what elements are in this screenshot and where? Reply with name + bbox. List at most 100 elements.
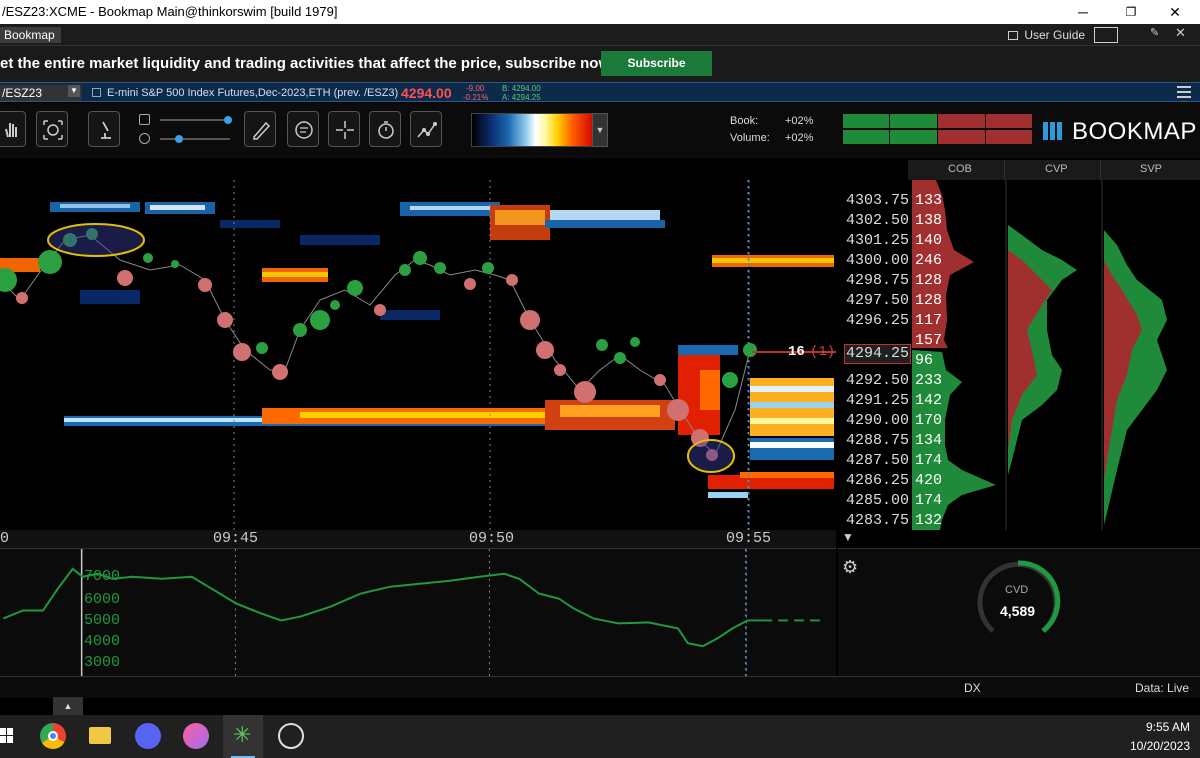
app-tab-label: Bookmap [4, 28, 55, 42]
zoom-fit-button[interactable] [36, 111, 68, 147]
contrast-icon [139, 133, 150, 144]
bid-price: B: 4294.00 [502, 84, 541, 93]
panel-close-icon[interactable]: ✕ [1175, 25, 1186, 41]
indicator-tool-button[interactable] [88, 111, 120, 147]
cvd-value: 4,589 [1000, 603, 1036, 619]
hand-tool-button[interactable] [0, 111, 26, 147]
window-title-bar: /ESZ23:XCME - Bookmap Main@thinkorswim [… [0, 0, 1200, 24]
chat-icon [295, 121, 313, 139]
chevron-down-icon[interactable]: ▼ [842, 530, 854, 544]
price-label: 4292.50 [846, 372, 910, 389]
size-label: 170 [915, 412, 943, 429]
chrome-icon[interactable] [40, 723, 66, 749]
timer-tool-button[interactable] [369, 111, 401, 147]
highlight-ellipse-bottom [687, 439, 735, 473]
clock-time: 9:55 AM [1145, 720, 1190, 734]
restore-button[interactable]: ❐ [1108, 0, 1154, 24]
contrast-slider[interactable] [160, 135, 230, 143]
discord-icon[interactable] [135, 723, 161, 749]
clock-date: 10/20/2023 [1129, 739, 1190, 753]
menu-icon[interactable] [1177, 86, 1191, 98]
book-icon [1008, 31, 1018, 40]
chevron-down-icon[interactable]: ▼ [68, 85, 80, 97]
crosshair-target-icon [43, 120, 63, 140]
trade-count-marker: (1) [810, 344, 836, 360]
layout-box-button[interactable] [1094, 27, 1118, 43]
pin-icon[interactable]: ✎ [1150, 26, 1159, 39]
hand-icon [5, 123, 17, 138]
size-label: 134 [915, 432, 943, 449]
data-status: Data: Live [1135, 681, 1190, 695]
axis-tick: 6000 [84, 591, 121, 608]
file-explorer-icon[interactable] [89, 727, 111, 744]
axis-tick: 4000 [84, 633, 121, 650]
size-label: 233 [915, 372, 943, 389]
bookmap-taskbar-button[interactable]: ✳ [223, 715, 263, 758]
price-label: 4291.25 [846, 392, 910, 409]
price-change-pct: -0.21% [463, 93, 489, 102]
status-bar: DX Data: Live [0, 676, 1200, 698]
subscribe-button[interactable]: Subscribe [601, 51, 712, 76]
size-label: 133 [915, 192, 943, 209]
time-tick: 09:50 [469, 530, 515, 547]
axis-tick: 7000 [84, 568, 121, 585]
price-label: 4298.75 [846, 272, 910, 289]
line-tool-button[interactable] [410, 111, 442, 147]
taskbar: ✳ 9:55 AM 10/20/2023 [0, 715, 1200, 758]
size-label: 132 [915, 512, 943, 529]
app-tab-bookmap[interactable]: Bookmap [0, 27, 61, 43]
bookmap-logo: BOOKMAP [1072, 118, 1197, 145]
music-icon[interactable] [183, 723, 209, 749]
header-svp: SVP [1140, 163, 1163, 175]
profile-headers: COB CVP SVP [908, 160, 1200, 180]
chevron-down-icon[interactable]: ▼ [592, 113, 608, 147]
price-label: 4287.50 [846, 452, 910, 469]
time-tick: 09:45 [213, 530, 259, 547]
volume-profiles [912, 180, 1167, 530]
start-icon[interactable] [0, 728, 14, 744]
expand-panel-button[interactable]: ▲ [53, 697, 83, 715]
instrument-description: E-mini S&P 500 Index Futures,Dec-2023,ET… [107, 87, 399, 99]
cvp-profile [1008, 225, 1077, 475]
book-value: +02% [785, 115, 814, 127]
user-guide-label: User Guide [1024, 28, 1086, 42]
promo-banner: et the entire market liquidity and tradi… [0, 46, 1200, 82]
heatmap-color-scale[interactable] [471, 113, 595, 147]
brightness-slider[interactable] [160, 116, 232, 124]
price-label: 4303.75 [846, 192, 910, 209]
size-label: 138 [915, 212, 943, 229]
size-label: 140 [915, 232, 943, 249]
user-guide-link[interactable]: User Guide [1008, 26, 1085, 44]
crosshair-tool-button[interactable] [328, 111, 360, 147]
size-label: 420 [915, 472, 943, 489]
cvd-indicator-chart[interactable] [0, 548, 836, 676]
size-label: 174 [915, 492, 943, 509]
price-label: 4302.50 [846, 212, 910, 229]
toolbar: ▼ Book: +02% Volume: +02% BOOKMAP [0, 103, 1200, 158]
close-button[interactable]: ✕ [1152, 0, 1198, 24]
obs-icon[interactable] [278, 723, 304, 749]
notes-tool-button[interactable] [287, 111, 319, 147]
cvd-gauge [977, 560, 1061, 633]
highlight-ellipse-top [47, 223, 145, 257]
time-axis: 0 09:45 09:50 09:55 [0, 530, 836, 548]
line-chart-icon [417, 122, 437, 138]
microscope-icon [101, 121, 111, 139]
crosshair-icon [336, 121, 354, 139]
trade-size-marker: 16 [788, 344, 805, 360]
price-change: -9.00 [466, 84, 485, 93]
instrument-bar: /ESZ23 ▼ E-mini S&P 500 Index Futures,De… [0, 82, 1200, 102]
instrument-info-icon[interactable] [92, 88, 101, 97]
heatmap-chart[interactable] [0, 180, 836, 530]
size-label: 117 [915, 312, 943, 329]
gear-icon[interactable]: ⚙ [842, 557, 858, 578]
size-label: 157 [915, 332, 943, 349]
draw-tool-button[interactable] [244, 111, 276, 147]
size-label: 128 [915, 272, 943, 289]
volume-value: +02% [785, 132, 814, 144]
minimize-button[interactable]: ─ [1060, 0, 1106, 24]
price-label: 4300.00 [846, 252, 910, 269]
promo-text: et the entire market liquidity and tradi… [0, 55, 616, 72]
price-label: 4301.25 [846, 232, 910, 249]
last-price: 4294.00 [401, 85, 452, 101]
